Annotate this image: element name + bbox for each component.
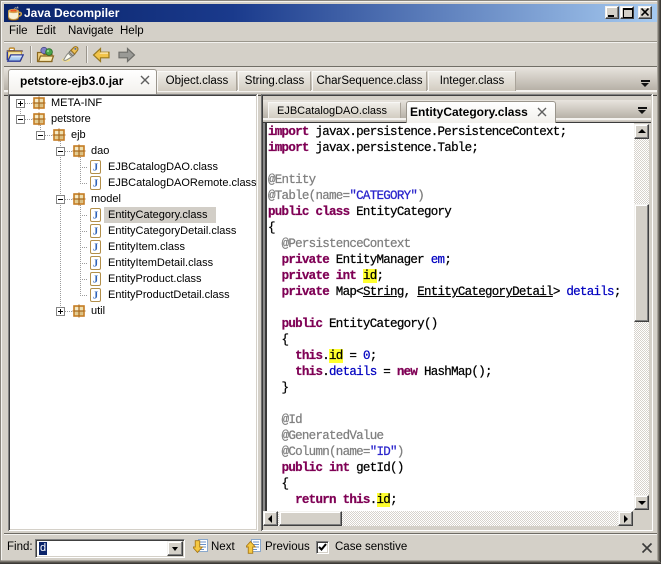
svg-text:J: J bbox=[93, 211, 98, 222]
svg-text:J: J bbox=[93, 227, 98, 238]
svg-text:J: J bbox=[93, 163, 98, 174]
svg-text:J: J bbox=[93, 243, 98, 254]
svg-text:J: J bbox=[93, 275, 98, 286]
svg-text:J: J bbox=[93, 179, 98, 190]
svg-text:J: J bbox=[93, 291, 98, 302]
svg-text:J: J bbox=[93, 259, 98, 270]
